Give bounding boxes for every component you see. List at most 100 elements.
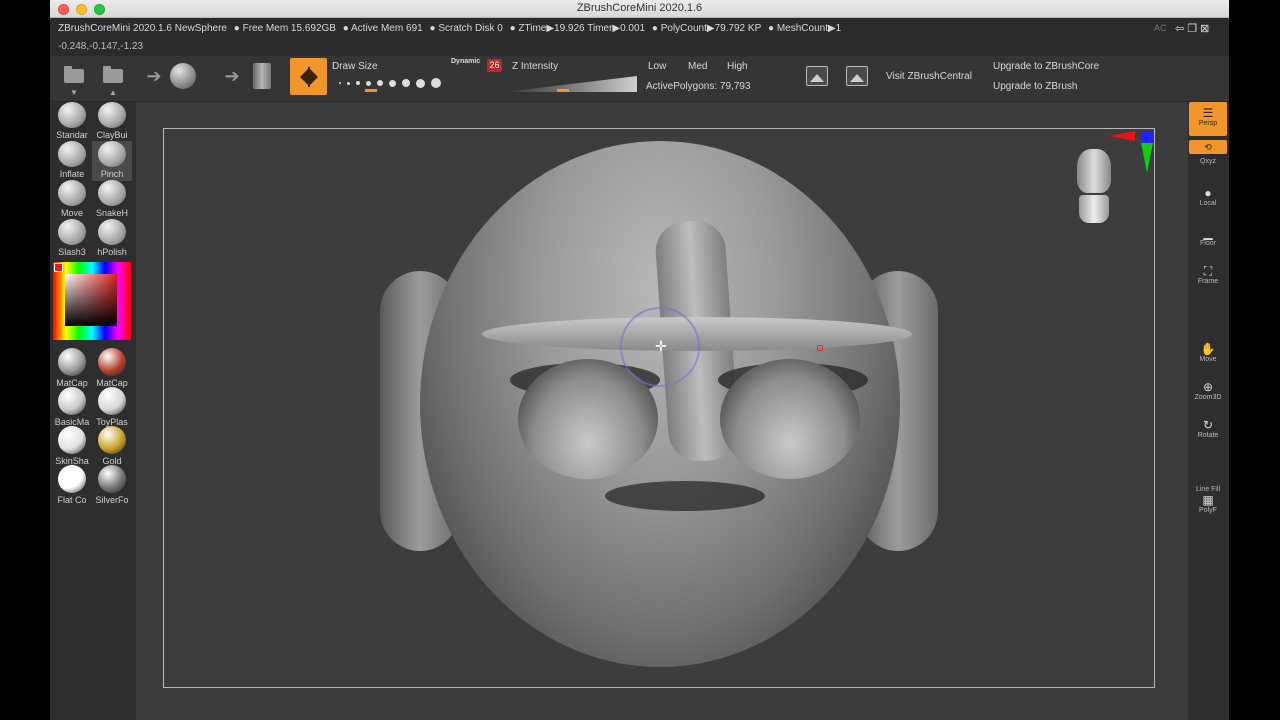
frame-button[interactable]: ⛶ Frame [1189,264,1227,285]
brush-label: Standar [56,130,88,140]
document-canvas[interactable]: ✛ [163,128,1155,688]
floor-button[interactable]: ▁ Floor [1189,226,1227,247]
brush-inflate[interactable]: Inflate [52,141,92,181]
grid-icon: ▦ [1202,493,1214,507]
material-gold[interactable]: Gold [92,426,132,466]
material-matcap-gray[interactable]: MatCap [52,348,92,388]
active-mem: ● Active Mem 691 [342,23,423,34]
draw-size-value[interactable]: 26 [487,59,502,72]
arrow-right-icon: ➔ [146,65,162,86]
hand-icon: ✋ [1200,342,1216,356]
sphere-icon [170,63,196,89]
sphere-tool-button[interactable] [169,62,197,90]
save-file-button[interactable]: ▲ [99,62,127,97]
persp-icon: ☰ [1202,106,1214,120]
draw-size-slider[interactable] [339,76,441,90]
material-thumbnail [98,387,126,415]
upgrade-zbrush-link[interactable]: Upgrade to ZBrush [993,81,1078,92]
draw-size-indicator [365,89,377,92]
export-arrow-button[interactable]: ➔ [218,62,246,90]
cylinder-tool-button[interactable] [248,62,276,90]
brush-claybuildup[interactable]: ClayBui [92,102,132,142]
med-button[interactable]: Med [688,61,707,72]
meshcount: ● MeshCount▶1 [768,23,842,34]
arrow-up-icon: ▲ [109,88,117,97]
color-saturation-area[interactable] [65,274,117,326]
persp-button[interactable]: ☰ Persp [1189,102,1227,136]
zbrush-window: ZBrushCoreMini 2020.1.6 ZBrushCoreMini 2… [50,0,1229,720]
open-file-button[interactable]: ▼ [60,62,88,97]
brush-move[interactable]: Move [52,180,92,220]
material-label: SilverFo [95,495,129,505]
material-skinshade[interactable]: SkinSha [52,426,92,466]
xyz-toggle-button[interactable]: ⟲ [1189,140,1227,154]
upgrade-zbrushcore-link[interactable]: Upgrade to ZBrushCore [993,61,1099,72]
material-thumbnail [58,387,86,415]
material-thumbnail [58,465,86,493]
brush-label: Pinch [100,169,124,179]
restore-icon[interactable]: ❐ [1187,23,1200,35]
viewport[interactable]: ✛ [136,102,1188,720]
rotate-button[interactable]: ↻ Rotate [1189,418,1227,439]
brush-thumbnail [98,102,126,128]
draw-size-label: Draw Size [332,61,378,72]
texture-icon[interactable] [846,66,868,86]
frame-icon: ⛶ [1203,264,1213,278]
material-thumbnail [98,426,126,454]
visit-zbrushcentral-link[interactable]: Visit ZBrushCentral [886,71,972,82]
brush-slash3[interactable]: Slash3 [52,219,92,259]
app-label: ZBrushCoreMini 2020.1.6 NewSphere [58,23,227,34]
brush-standard[interactable]: Standar [52,102,92,142]
crosshair-icon: ✛ [655,338,667,354]
material-silverfoil[interactable]: SilverFo [92,465,132,505]
sculpt-model[interactable] [380,141,938,667]
brush-thumbnail [58,180,86,206]
dynamic-label: Dynamic [451,58,481,65]
local-icon: ● [1204,186,1212,200]
close-icon[interactable]: ⊠ [1200,23,1212,35]
polyf-button[interactable]: Line Fill ▦ PolyF [1189,486,1227,514]
material-matcap-red[interactable]: MatCap [92,348,132,388]
info-bar: ZBrushCoreMini 2020.1.6 NewSphere ● Free… [50,18,1229,56]
high-button[interactable]: High [727,61,748,72]
low-button[interactable]: Low [648,61,666,72]
window-controls: ⇦❐⊠ [1175,22,1212,35]
rotate-icon: ↻ [1202,418,1214,432]
xyz-label-button[interactable]: Qxyz [1189,158,1227,165]
polyf-label: PolyF [1199,507,1217,514]
z-intensity-indicator [557,89,569,92]
material-label: Flat Co [57,495,87,505]
material-thumbnail [58,348,86,376]
brush-snakehook[interactable]: SnakeH [92,180,132,220]
move-button[interactable]: ✋ Move [1189,342,1227,363]
brush-hpolish[interactable]: hPolish [92,219,132,259]
material-thumbnail [58,426,86,454]
folder-icon [64,66,84,83]
color-picker[interactable] [53,262,131,340]
navigation-head-gizmo[interactable] [1074,149,1114,229]
zoom3d-label: Zoom3D [1194,394,1222,401]
brush-pinch[interactable]: Pinch [92,141,132,181]
xyz-label: Qxyz [1200,158,1216,165]
material-flatcolor[interactable]: Flat Co [52,465,92,505]
ztime: ● ZTime▶19.926 Timer▶0.001 [509,23,646,34]
material-toyplastic[interactable]: ToyPlas [92,387,132,427]
active-polygons: ActivePolygons: 79,793 [646,81,751,92]
zoom3d-button[interactable]: ⊕ Zoom3D [1189,380,1227,401]
image-icon[interactable] [806,66,828,86]
material-thumbnail [98,348,126,376]
nose-hole [605,481,765,511]
polycount: ● PolyCount▶79.792 KP [651,23,762,34]
current-color-swatch[interactable] [54,263,63,272]
cylinder-icon [253,63,271,89]
z-intensity-slider[interactable] [505,76,637,92]
back-icon[interactable]: ⇦ [1175,23,1187,35]
symmetry-mark [817,345,823,351]
title-bar: ZBrushCoreMini 2020.1.6 [50,0,1229,18]
local-button[interactable]: ● Local [1189,186,1227,207]
import-arrow-button[interactable]: ➔ [140,62,168,90]
brush-thumbnail [58,141,86,167]
material-basic[interactable]: BasicMa [52,387,92,427]
free-mem: ● Free Mem 15.692GB [233,23,336,34]
symmetry-button[interactable] [290,58,327,95]
